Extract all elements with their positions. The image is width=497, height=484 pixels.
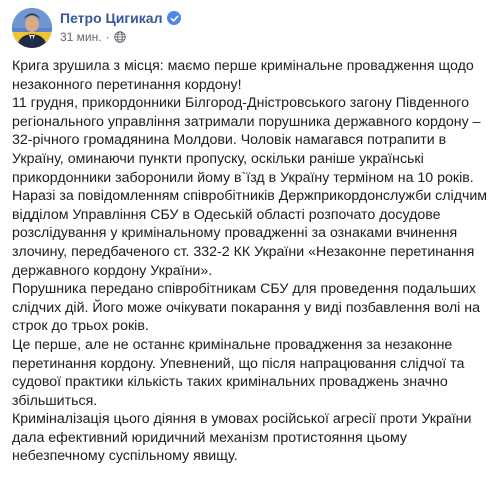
- post-paragraph-5: Це перше, але не останнє кримінальне про…: [12, 336, 465, 409]
- post-time-row: 31 мин. ·: [60, 30, 181, 44]
- post-timestamp[interactable]: 31 мин.: [60, 30, 102, 44]
- verified-badge-icon: [167, 11, 182, 25]
- post-paragraph-1: Крига зрушила з місця: маємо перше кримі…: [12, 58, 474, 93]
- post-paragraph-3: Наразі за повідомленням співробітників Д…: [12, 188, 488, 279]
- post-meta: Петро Цигикал 31 мин. ·: [60, 8, 182, 44]
- post-header: Петро Цигикал 31 мин. ·: [12, 8, 182, 48]
- meta-separator: ·: [105, 30, 110, 44]
- facebook-post: Петро Цигикал 31 мин. · Крига зрушила з …: [0, 0, 497, 484]
- author-name[interactable]: Петро Цигикал: [60, 10, 162, 26]
- post-body: Крига зрушила з місця: маємо перше кримі…: [12, 57, 492, 466]
- post-paragraph-6: Криміналізація цього діяння в умовах рос…: [12, 411, 472, 465]
- avatar-photo: [12, 8, 52, 48]
- post-paragraph-4: Порушника передано співробітникам СБУ дл…: [12, 281, 480, 335]
- post-paragraph-2: 11 грудня, прикордонники Білгород-Дністр…: [12, 95, 481, 186]
- author-row: Петро Цигикал: [60, 10, 182, 26]
- author-avatar[interactable]: [12, 8, 52, 48]
- globe-icon[interactable]: [113, 31, 126, 43]
